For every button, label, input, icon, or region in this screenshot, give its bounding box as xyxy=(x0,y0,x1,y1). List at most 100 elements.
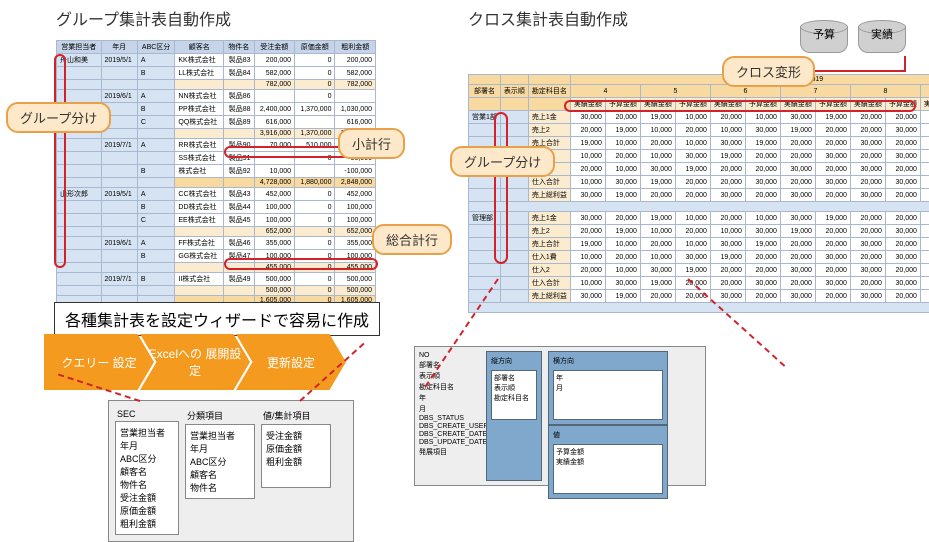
cell: 1,370,000 xyxy=(295,103,335,116)
wizard-item[interactable]: 粗利金額 xyxy=(120,517,174,530)
cell xyxy=(137,178,175,188)
field-item[interactable]: DBS_CREATE_DATE xyxy=(419,431,483,438)
panel-item[interactable]: 表示順 xyxy=(494,383,534,393)
field-item[interactable]: 発展項目 xyxy=(419,447,483,457)
wizard-item[interactable]: 顧客名 xyxy=(120,465,174,478)
cell: 製品49 xyxy=(224,273,255,286)
wizard-item[interactable]: 原価金額 xyxy=(266,442,326,455)
cell: 652,000 xyxy=(254,227,294,237)
cell xyxy=(101,214,137,227)
wizard-item[interactable]: ABC区分 xyxy=(120,452,174,465)
cell xyxy=(101,250,137,263)
panel-item[interactable]: 勘定科目名 xyxy=(494,393,534,403)
cell: B xyxy=(137,201,175,214)
cell: RR株式会社 xyxy=(175,139,224,152)
cell: 製品89 xyxy=(224,116,255,129)
cell: 0 xyxy=(295,286,335,296)
wizard-item[interactable]: 年月 xyxy=(120,439,174,452)
bracket-db xyxy=(800,56,906,72)
cell: 2019/7/1 xyxy=(101,273,137,286)
red-outline-grandtotal xyxy=(224,258,378,270)
cell xyxy=(57,273,102,286)
field-item[interactable]: 年 xyxy=(419,393,483,403)
cell xyxy=(175,178,224,188)
cell xyxy=(101,263,137,273)
cell: 2019/5/1 xyxy=(101,54,137,67)
field-item[interactable]: 部署名 xyxy=(419,360,483,370)
cell xyxy=(224,178,255,188)
cell xyxy=(254,90,294,103)
col-header: 顧客名 xyxy=(175,41,224,54)
wizard-item[interactable]: 粗利金額 xyxy=(266,455,326,468)
cell: DD株式会社 xyxy=(175,201,224,214)
cell xyxy=(101,227,137,237)
field-item[interactable]: NO xyxy=(419,352,483,359)
wizard-item[interactable]: 顧客名 xyxy=(190,468,250,481)
wizard2: NO部署名表示順勘定科目名年月DBS_STATUSDBS_CREATE_USER… xyxy=(414,346,706,486)
cell xyxy=(175,227,224,237)
cell xyxy=(500,277,528,290)
chev-excel[interactable]: Excelへの 展開設定 xyxy=(140,334,250,390)
cell: 0 xyxy=(295,214,335,227)
cell: 株式会社 xyxy=(175,165,224,178)
cell: 製品44 xyxy=(224,201,255,214)
callout-group: グループ分け xyxy=(6,102,111,133)
field-item[interactable]: DBS_UPDATE_DATE xyxy=(419,439,483,446)
chev-update[interactable]: 更新設定 xyxy=(236,334,346,390)
cell: 売上2 xyxy=(528,124,570,137)
wizard-item[interactable]: ABC区分 xyxy=(190,455,250,468)
callout-grandtotal: 総合計行 xyxy=(372,224,452,255)
cell: 10,000 xyxy=(254,165,294,178)
cell: 652,000 xyxy=(335,227,376,237)
wizard-item[interactable]: 受注金額 xyxy=(120,491,174,504)
cell: A xyxy=(137,90,175,103)
panel-item[interactable]: 予算金額 xyxy=(556,447,660,457)
wizard-item[interactable]: 物件名 xyxy=(120,478,174,491)
field-item[interactable]: 月 xyxy=(419,404,483,414)
cell: NN株式会社 xyxy=(175,90,224,103)
cell: 0 xyxy=(295,227,335,237)
col-header: 原価金額 xyxy=(295,41,335,54)
cell: B xyxy=(137,103,175,116)
cell xyxy=(137,227,175,237)
cell: 0 xyxy=(295,90,335,103)
wizard-item[interactable]: 物件名 xyxy=(190,481,250,494)
cell: 100,000 xyxy=(254,201,294,214)
cell: 1,030,000 xyxy=(335,103,376,116)
cell: B xyxy=(137,165,175,178)
cell xyxy=(224,129,255,139)
panel-item[interactable]: 月 xyxy=(556,383,660,393)
panel-item[interactable]: 部署名 xyxy=(494,373,534,383)
cell: 1,370,000 xyxy=(295,129,335,139)
wizard-item[interactable]: 営業担当者 xyxy=(120,426,174,439)
cell xyxy=(175,80,224,90)
cell: 100,000 xyxy=(335,214,376,227)
cell: 0 xyxy=(295,201,335,214)
cell: 仕入2 xyxy=(528,264,570,277)
cell: 製品83 xyxy=(224,54,255,67)
panel-item[interactable]: 実績金額 xyxy=(556,457,660,467)
panel-item[interactable]: 年 xyxy=(556,373,660,383)
cell: 製品86 xyxy=(224,90,255,103)
field-item[interactable]: DBS_CREATE_USER xyxy=(419,423,483,430)
wizard-item[interactable]: 年月 xyxy=(190,442,250,455)
col-header: ABC区分 xyxy=(137,41,175,54)
cell: 500,000 xyxy=(335,273,376,286)
wizard-item[interactable]: 受注金額 xyxy=(266,429,326,442)
cell: B xyxy=(137,273,175,286)
cell: 200,000 xyxy=(254,54,294,67)
wizard-item[interactable]: 営業担当者 xyxy=(190,429,250,442)
cell: 0 xyxy=(295,188,335,201)
wizard-item[interactable]: 原価金額 xyxy=(120,504,174,517)
callout-subtotal: 小計行 xyxy=(338,128,405,159)
cell: 500,000 xyxy=(254,286,294,296)
cell: C xyxy=(137,214,175,227)
cell: 売上1金 xyxy=(528,212,570,225)
chev-query[interactable]: クエリー 設定 xyxy=(44,334,154,390)
cell: 100,000 xyxy=(254,214,294,227)
col-header: 受注金額 xyxy=(254,41,294,54)
cell xyxy=(57,286,102,296)
red-outline-cross-col xyxy=(494,112,508,264)
field-item[interactable]: DBS_STATUS xyxy=(419,415,483,422)
cell xyxy=(224,227,255,237)
